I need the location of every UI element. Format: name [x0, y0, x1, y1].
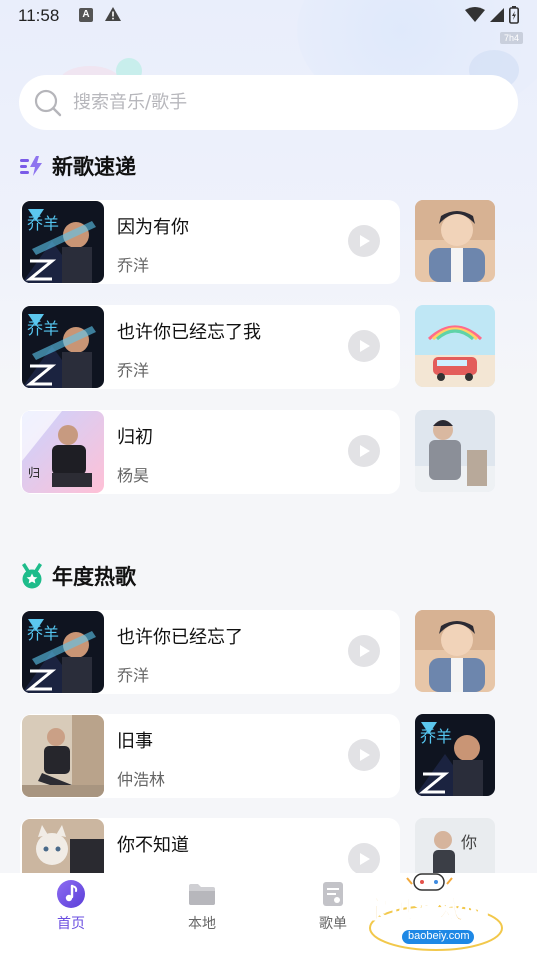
album-thumbnail[interactable]: 乔羊: [415, 714, 495, 796]
album-cover: [22, 715, 104, 797]
song-title: 旧事: [117, 731, 153, 752]
song-card[interactable]: 归 归初 杨昊: [20, 410, 400, 494]
play-button[interactable]: [348, 843, 380, 875]
artist-name: 仲浩林: [117, 770, 166, 789]
play-icon: [360, 445, 370, 457]
song-card[interactable]: 旧事 仲浩林: [20, 714, 400, 798]
play-button[interactable]: [348, 435, 380, 467]
medal-icon: [22, 563, 42, 589]
watermark-url: baobeiy.com: [408, 930, 470, 942]
search-input[interactable]: [73, 92, 473, 113]
artist-name: 杨昊: [117, 466, 150, 485]
svg-text:归: 归: [28, 466, 40, 480]
tab-home[interactable]: 首页: [31, 879, 111, 933]
svg-text:乔羊: 乔羊: [420, 727, 452, 746]
svg-text:乔羊: 乔羊: [27, 319, 59, 338]
song-card[interactable]: 乔羊 因为有你 乔洋: [20, 200, 400, 284]
song-title: 也许你已经忘了: [117, 627, 243, 648]
song-card[interactable]: 乔羊 也许你已经忘了我 乔洋: [20, 305, 400, 389]
album-cover: 乔羊: [22, 201, 104, 283]
song-row[interactable]: 归 归初 杨昊: [20, 410, 495, 494]
watermark-logo: 宝贝游戏网 baobeiy.com: [362, 872, 510, 956]
song-row[interactable]: 乔羊 也许你已经忘了我 乔洋: [20, 305, 495, 389]
album-thumbnail[interactable]: [415, 410, 495, 492]
song-title: 也许你已经忘了我: [117, 322, 261, 343]
svg-text:乔羊: 乔羊: [27, 624, 59, 643]
song-title: 你不知道: [117, 835, 189, 856]
song-title: 归初: [117, 427, 153, 448]
album-cover: 乔羊: [22, 306, 104, 388]
wifi-icon: [465, 7, 485, 27]
artist-name: 乔洋: [117, 361, 150, 380]
song-row[interactable]: 乔羊 因为有你 乔洋: [20, 200, 495, 284]
music-note-icon: [57, 880, 85, 908]
tab-home-label: 首页: [57, 916, 85, 932]
tab-playlist-label: 歌单: [319, 916, 347, 932]
svg-text:你: 你: [461, 833, 477, 852]
artist-name: 乔洋: [117, 256, 150, 275]
section-title-hot-songs: 年度热歌: [52, 565, 136, 589]
song-row[interactable]: 旧事 仲浩林 乔羊: [20, 714, 495, 798]
album-thumbnail[interactable]: [415, 610, 495, 692]
new-songs-icon: [20, 156, 42, 176]
play-button[interactable]: [348, 635, 380, 667]
tab-local-label: 本地: [188, 916, 216, 932]
play-button[interactable]: [348, 330, 380, 362]
a-notification-icon: A: [79, 8, 93, 22]
search-icon: [34, 89, 62, 116]
play-icon: [360, 749, 370, 761]
play-button[interactable]: [348, 739, 380, 771]
status-bar: 11:58 A 7h4: [0, 0, 537, 44]
album-thumbnail[interactable]: [415, 200, 495, 282]
playlist-icon: [323, 882, 343, 906]
tab-local[interactable]: 本地: [162, 879, 242, 933]
song-title: 因为有你: [117, 217, 189, 238]
play-icon: [360, 340, 370, 352]
section-new-songs-header: 新歌速递: [20, 151, 136, 181]
build-badge: 7h4: [499, 32, 523, 44]
song-card[interactable]: 乔羊 也许你已经忘了 乔洋: [20, 610, 400, 694]
folder-icon: [189, 884, 215, 905]
play-icon: [360, 645, 370, 657]
album-cover: 归: [22, 411, 104, 493]
watermark-title: 宝贝游戏网: [363, 895, 490, 925]
tab-playlist[interactable]: 歌单: [293, 879, 373, 933]
status-time: 11:58: [18, 6, 60, 25]
album-thumbnail[interactable]: [415, 305, 495, 387]
section-hot-songs-header: 年度热歌: [20, 561, 136, 591]
song-row[interactable]: 乔羊 也许你已经忘了 乔洋: [20, 610, 495, 694]
play-icon: [360, 235, 370, 247]
battery-icon: [509, 6, 519, 28]
section-title-new-songs: 新歌速递: [52, 155, 136, 179]
album-cover: 乔羊: [22, 611, 104, 693]
svg-text:乔羊: 乔羊: [27, 214, 59, 233]
search-bar[interactable]: [19, 75, 518, 130]
artist-name: 乔洋: [117, 666, 150, 685]
signal-icon: [489, 7, 505, 27]
warning-icon: [104, 6, 122, 26]
play-icon: [360, 853, 370, 865]
play-button[interactable]: [348, 225, 380, 257]
